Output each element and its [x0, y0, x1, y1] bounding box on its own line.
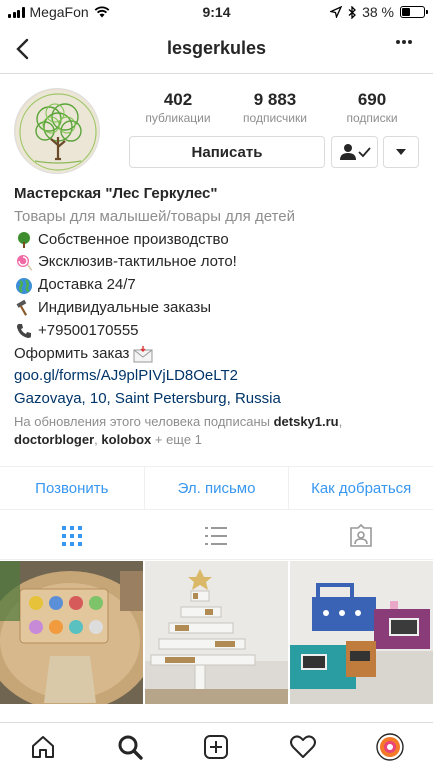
- followed-user: kolobox: [101, 431, 152, 447]
- followed-user: doctorbloger: [14, 431, 95, 447]
- bottom-tab-bar: [0, 722, 433, 770]
- heart-icon: [290, 734, 317, 758]
- status-bar: MegaFon 9:14 38 %: [0, 0, 433, 24]
- stat-followers-count: 9 883: [253, 90, 297, 109]
- following-button[interactable]: [331, 136, 378, 168]
- stat-posts[interactable]: 402 публикации: [130, 90, 226, 125]
- tagged-person-icon: [350, 523, 372, 547]
- chevron-down-icon: [396, 149, 406, 155]
- envelope-icon: [133, 344, 153, 364]
- status-right: 38 %: [330, 4, 428, 20]
- globe-icon: [14, 276, 34, 296]
- wooden-lotto-photo: [0, 561, 143, 704]
- avatar[interactable]: [14, 88, 100, 174]
- photo-grid: [0, 561, 433, 704]
- lollipop-icon: [14, 253, 34, 273]
- page-title: lesgerkules: [166, 38, 267, 58]
- bio-link[interactable]: goo.gl/forms/AJ9plPIVjLD8OeLT2: [14, 365, 424, 388]
- wooden-tree-photo: [145, 561, 288, 704]
- message-button[interactable]: Написать: [129, 136, 325, 168]
- toolbox-photo: [290, 561, 433, 704]
- bio-line: +79500170555: [14, 320, 424, 343]
- grid-icon: [62, 525, 83, 546]
- bio-line-text: Эксклюзив-тактильное лото!: [38, 253, 237, 271]
- location-arrow-icon: [330, 6, 343, 18]
- email-button[interactable]: Эл. письмо: [143, 467, 289, 509]
- bio-line: Доставка 24/7: [14, 274, 424, 297]
- profile-view-tabs: [0, 512, 433, 560]
- list-icon: [205, 526, 228, 545]
- post-thumbnail[interactable]: [145, 561, 288, 704]
- post-thumbnail[interactable]: [0, 561, 143, 704]
- tab-tagged[interactable]: [289, 512, 433, 559]
- bio-line: Собственное производство: [14, 229, 424, 252]
- battery-icon: [400, 6, 428, 18]
- profile-stats: 402 публикации 9 883 подписчики 690 подп…: [130, 90, 420, 125]
- nav-bar: lesgerkules: [0, 24, 433, 74]
- home-icon: [32, 735, 55, 758]
- tree-logo-image: [16, 90, 99, 173]
- suggestions-dropdown-button[interactable]: [383, 136, 419, 168]
- stat-posts-label: публикации: [145, 111, 211, 125]
- person-check-icon: [339, 144, 371, 160]
- tab-search[interactable]: [87, 723, 174, 770]
- battery-level: [402, 8, 410, 16]
- battery-percent: 38 %: [362, 4, 394, 20]
- followed-user: detsky1.ru: [273, 413, 339, 429]
- add-post-icon: [204, 734, 229, 759]
- order-text: Оформить заказ: [14, 344, 130, 362]
- order-line: Оформить заказ: [14, 343, 424, 366]
- tab-activity[interactable]: [260, 723, 347, 770]
- tree-icon: [14, 230, 34, 250]
- bio-line-text: Индивидуальные заказы: [38, 298, 212, 316]
- tab-home[interactable]: [0, 723, 87, 770]
- bio-line-text: +79500170555: [38, 321, 139, 339]
- followed-by[interactable]: На обновления этого человека подписаны d…: [14, 413, 424, 449]
- profile-name: Мастерская "Лес Геркулес": [14, 185, 218, 202]
- stat-following[interactable]: 690 подписки: [324, 90, 420, 125]
- bio-line-text: Доставка 24/7: [38, 276, 136, 294]
- bio-line: Эксклюзив-тактильное лото!: [14, 251, 424, 274]
- search-icon: [118, 735, 143, 760]
- tab-new-post[interactable]: [173, 723, 260, 770]
- bio-line: Индивидуальные заказы: [14, 297, 424, 320]
- stat-following-count: 690: [357, 90, 387, 109]
- stat-followers[interactable]: 9 883 подписчики: [227, 90, 323, 125]
- profile-category: Товары для малышей/товары для детей: [14, 207, 295, 225]
- tab-grid[interactable]: [0, 512, 144, 559]
- followed-by-prefix: На обновления этого человека подписаны: [14, 413, 274, 429]
- call-button[interactable]: Позвонить: [0, 467, 144, 509]
- tab-list[interactable]: [144, 512, 288, 559]
- tab-profile[interactable]: [346, 723, 433, 770]
- followed-comma: ,: [338, 413, 343, 429]
- stat-following-label: подписки: [346, 111, 398, 125]
- bio-line-text: Собственное производство: [38, 230, 229, 248]
- directions-button[interactable]: Как добраться: [288, 467, 433, 509]
- bluetooth-icon: [348, 5, 357, 19]
- contact-bar: Позвонить Эл. письмо Как добраться: [0, 466, 433, 510]
- stat-posts-count: 402: [163, 90, 193, 109]
- followed-by-suffix: + еще 1: [151, 431, 202, 447]
- profile-bio: Мастерская "Лес Геркулес" Товары для мал…: [14, 183, 424, 449]
- post-thumbnail[interactable]: [290, 561, 433, 704]
- more-dots-icon[interactable]: [395, 39, 413, 45]
- bio-address[interactable]: Gazovaya, 10, Saint Petersburg, Russia: [14, 388, 424, 411]
- phone-icon: [14, 321, 34, 341]
- profile-avatar-icon: [375, 732, 404, 761]
- stat-followers-label: подписчики: [243, 111, 307, 125]
- hammer-icon: [14, 298, 34, 318]
